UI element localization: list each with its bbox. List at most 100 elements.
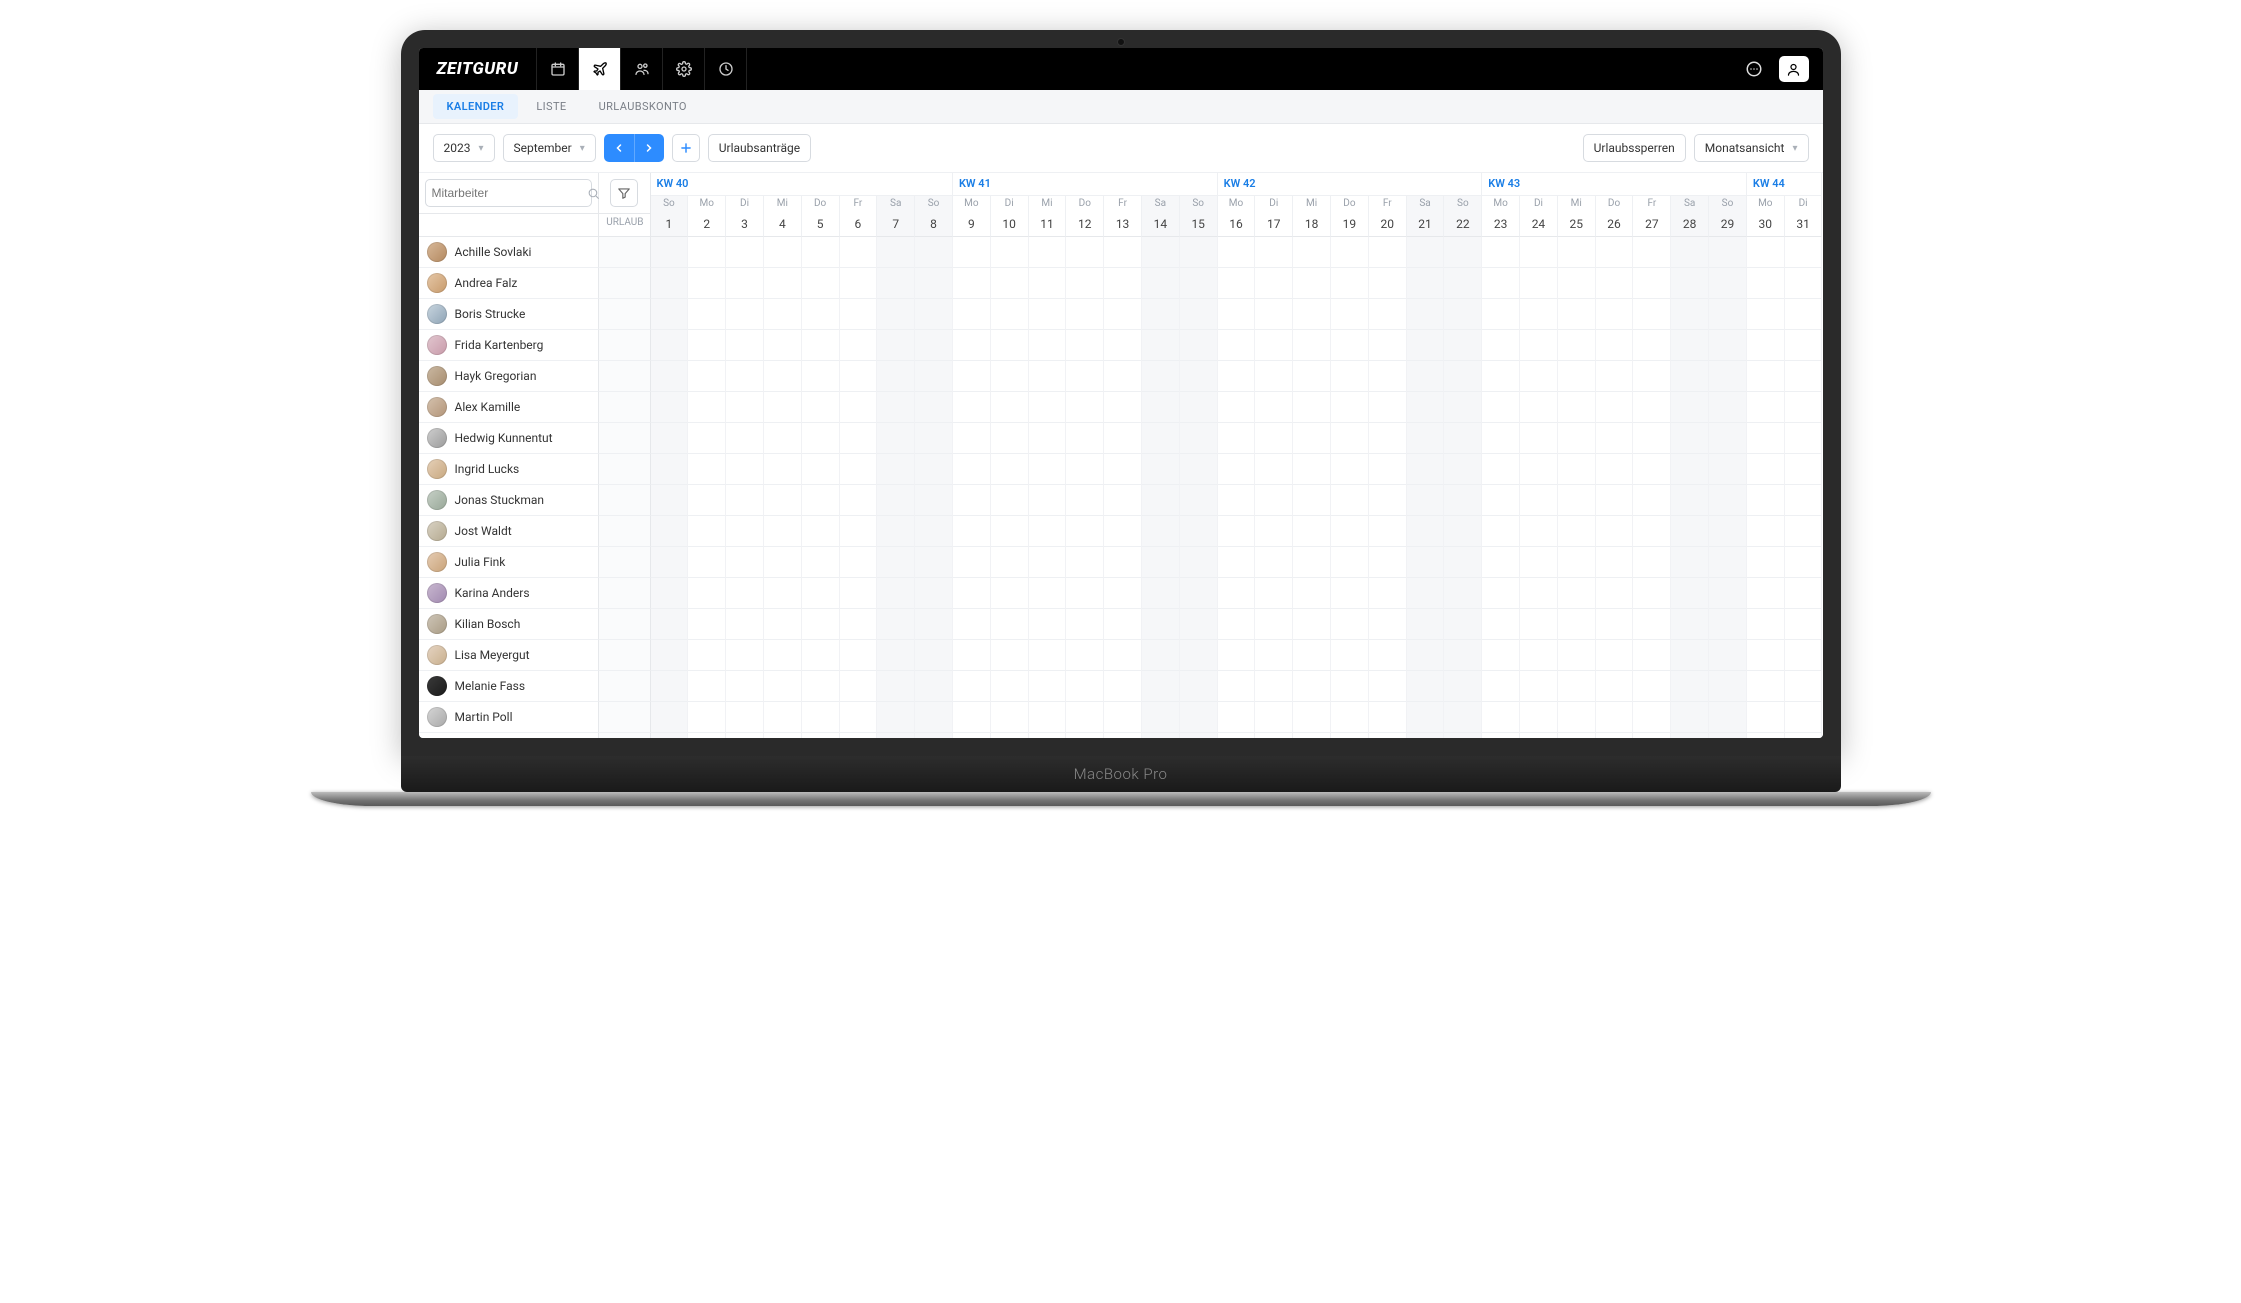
calendar-cell[interactable]: [1331, 299, 1369, 330]
calendar-cell[interactable]: [802, 454, 840, 485]
calendar-cell[interactable]: [1482, 361, 1520, 392]
calendar-cell[interactable]: [1785, 547, 1823, 578]
employee-row[interactable]: Boris Strucke: [419, 299, 599, 330]
nav-calendar[interactable]: [537, 48, 579, 90]
calendar-cell[interactable]: [1293, 485, 1331, 516]
calendar-cell[interactable]: [1142, 299, 1180, 330]
calendar-cell[interactable]: [991, 640, 1029, 671]
calendar-cell[interactable]: [1444, 640, 1482, 671]
calendar-cell[interactable]: [1558, 237, 1596, 268]
calendar-cell[interactable]: [1293, 237, 1331, 268]
calendar-cell[interactable]: [1785, 702, 1823, 733]
calendar-cell[interactable]: [1369, 423, 1407, 454]
calendar-cell[interactable]: [802, 392, 840, 423]
calendar-cell[interactable]: [726, 268, 764, 299]
calendar-cell[interactable]: [991, 330, 1029, 361]
calendar-cell[interactable]: [1218, 578, 1256, 609]
calendar-cell[interactable]: [1331, 609, 1369, 640]
calendar-cell[interactable]: [1482, 423, 1520, 454]
calendar-cell[interactable]: [1255, 640, 1293, 671]
calendar-cell[interactable]: [1293, 516, 1331, 547]
calendar-cell[interactable]: [877, 237, 915, 268]
calendar-cell[interactable]: [915, 671, 953, 702]
calendar-cell[interactable]: [1369, 268, 1407, 299]
calendar-cell[interactable]: [1709, 268, 1747, 299]
calendar-cell[interactable]: [1104, 423, 1142, 454]
calendar-cell[interactable]: [1482, 547, 1520, 578]
calendar-cell[interactable]: [877, 578, 915, 609]
calendar-cell[interactable]: [1747, 547, 1785, 578]
tab-liste[interactable]: LISTE: [522, 94, 580, 119]
calendar-cell[interactable]: [1180, 423, 1218, 454]
calendar-cell[interactable]: [1709, 361, 1747, 392]
calendar-cell[interactable]: [651, 237, 689, 268]
calendar-cell[interactable]: [1142, 268, 1180, 299]
calendar-cell[interactable]: [1218, 702, 1256, 733]
calendar-cell[interactable]: [953, 516, 991, 547]
calendar-cell[interactable]: [1747, 702, 1785, 733]
calendar-cell[interactable]: [688, 454, 726, 485]
calendar-cell[interactable]: [1709, 733, 1747, 738]
calendar-cell[interactable]: [1104, 733, 1142, 738]
calendar-cell[interactable]: [1066, 268, 1104, 299]
calendar-cell[interactable]: [1180, 237, 1218, 268]
calendar-cell[interactable]: [1520, 733, 1558, 738]
calendar-cell[interactable]: [1407, 671, 1445, 702]
calendar-cell[interactable]: [1331, 547, 1369, 578]
calendar-cell[interactable]: [1255, 547, 1293, 578]
calendar-cell[interactable]: [802, 237, 840, 268]
calendar-cell[interactable]: [1671, 671, 1709, 702]
calendar-cell[interactable]: [1407, 423, 1445, 454]
calendar-cell[interactable]: [1596, 733, 1634, 738]
calendar-cell[interactable]: [1633, 299, 1671, 330]
calendar-cell[interactable]: [1255, 702, 1293, 733]
calendar-cell[interactable]: [953, 733, 991, 738]
calendar-cell[interactable]: [1633, 485, 1671, 516]
calendar-cell[interactable]: [1331, 578, 1369, 609]
calendar-cell[interactable]: [1066, 547, 1104, 578]
calendar-cell[interactable]: [1785, 423, 1823, 454]
calendar-cell[interactable]: [1293, 609, 1331, 640]
calendar-cell[interactable]: [764, 361, 802, 392]
calendar-cell[interactable]: [915, 392, 953, 423]
calendar-cell[interactable]: [1633, 578, 1671, 609]
calendar-cell[interactable]: [1369, 671, 1407, 702]
calendar-cell[interactable]: [1671, 423, 1709, 454]
calendar-cell[interactable]: [953, 640, 991, 671]
calendar-cell[interactable]: [688, 547, 726, 578]
calendar-cell[interactable]: [1331, 268, 1369, 299]
calendar-cell[interactable]: [651, 392, 689, 423]
calendar-cell[interactable]: [802, 299, 840, 330]
calendar-cell[interactable]: [1709, 516, 1747, 547]
calendar-cell[interactable]: [688, 671, 726, 702]
calendar-cell[interactable]: [1444, 392, 1482, 423]
calendar-cell[interactable]: [915, 733, 953, 738]
calendar-cell[interactable]: [1633, 454, 1671, 485]
calendar-cell[interactable]: [1407, 454, 1445, 485]
calendar-cell[interactable]: [1104, 454, 1142, 485]
calendar-cell[interactable]: [953, 237, 991, 268]
calendar-cell[interactable]: [1066, 392, 1104, 423]
calendar-cell[interactable]: [1520, 702, 1558, 733]
employee-row[interactable]: Hayk Gregorian: [419, 361, 599, 392]
calendar-cell[interactable]: [1558, 330, 1596, 361]
employee-row[interactable]: Karina Anders: [419, 578, 599, 609]
calendar-cell[interactable]: [1520, 237, 1558, 268]
calendar-cell[interactable]: [1558, 578, 1596, 609]
calendar-cell[interactable]: [1785, 733, 1823, 738]
calendar-cell[interactable]: [1444, 237, 1482, 268]
calendar-cell[interactable]: [1709, 299, 1747, 330]
calendar-cell[interactable]: [688, 423, 726, 454]
calendar-cell[interactable]: [764, 702, 802, 733]
calendar-cell[interactable]: [651, 609, 689, 640]
calendar-cell[interactable]: [1444, 361, 1482, 392]
calendar-cell[interactable]: [1104, 547, 1142, 578]
calendar-cell[interactable]: [1104, 609, 1142, 640]
calendar-cell[interactable]: [1142, 733, 1180, 738]
calendar-cell[interactable]: [1104, 578, 1142, 609]
calendar-cell[interactable]: [802, 547, 840, 578]
calendar-cell[interactable]: [1482, 671, 1520, 702]
calendar-cell[interactable]: [1369, 578, 1407, 609]
calendar-cell[interactable]: [915, 485, 953, 516]
calendar-cell[interactable]: [1180, 609, 1218, 640]
